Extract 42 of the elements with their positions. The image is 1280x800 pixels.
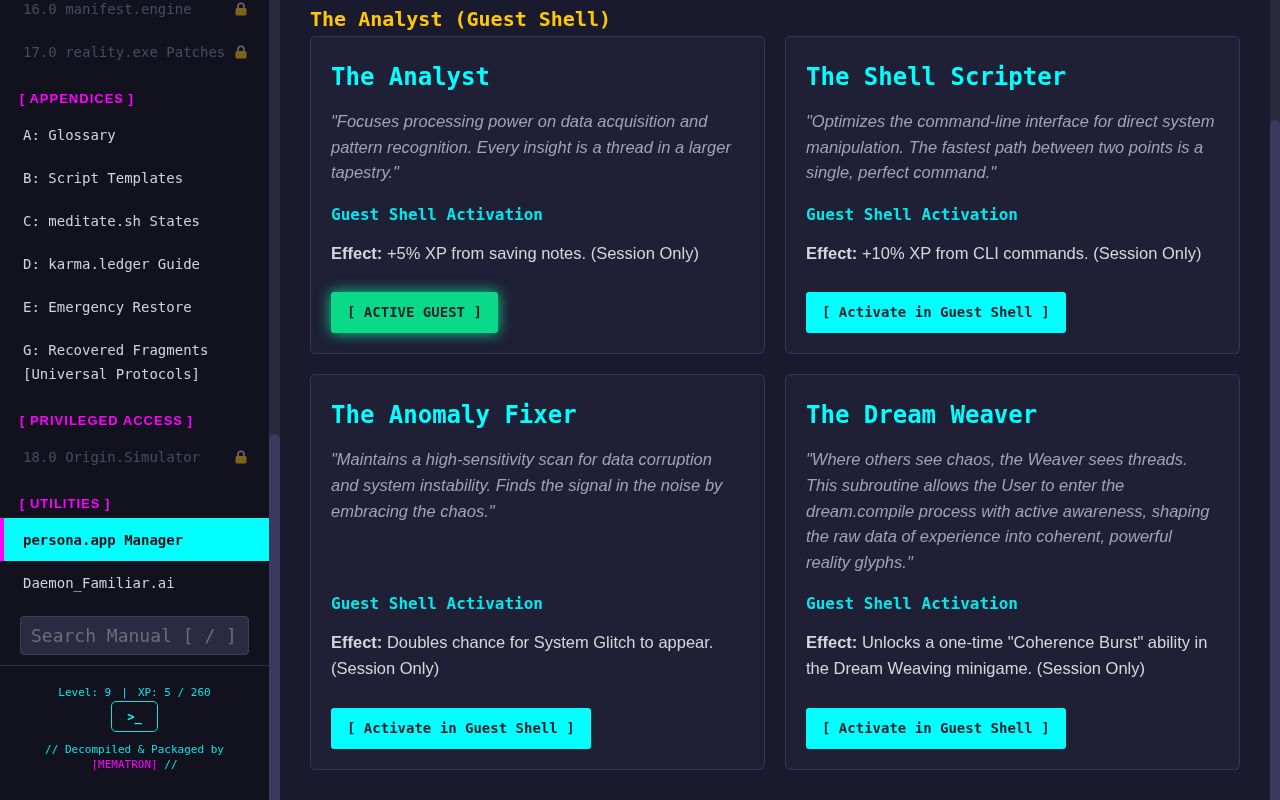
nav-item[interactable]: persona.app Manager	[0, 518, 269, 561]
active-guest-button[interactable]: [ ACTIVE GUEST ]	[331, 292, 498, 334]
card-title: The Analyst	[331, 62, 491, 93]
nav-item[interactable]: C: meditate.sh States	[0, 199, 269, 242]
section-heading: [ PRIVILEGED ACCESS ]	[19, 412, 194, 430]
card-quote: "Maintains a high-sensitivity scan for data corruption and system instability. Finds the signal in the noise by embracing the chaos."	[331, 449, 724, 522]
search-field[interactable]: Search Manual [ / ]	[20, 616, 249, 655]
card-title: The Shell Scripter	[806, 62, 1068, 93]
card-title: The Anomaly Fixer	[331, 400, 578, 432]
section-heading: [ APPENDICES ]	[19, 90, 135, 108]
credit-text: // Decompiled & Packaged by [MEMATRON] //	[44, 742, 225, 772]
separator-text: |	[121, 686, 128, 700]
page-heading: The Analyst (Guest Shell)	[310, 6, 613, 33]
nav-item[interactable]: D: karma.ledger Guide	[0, 242, 269, 285]
xp-text: XP: 5 / 260	[137, 686, 211, 700]
effect-text: Effect: +10% XP from CLI commands. (Session Only)	[806, 242, 1203, 264]
card-quote: "Where others see chaos, the Weaver sees threads. This subroutine allows the User to enter the dream.compile process with active awareness, shaping the raw data of experience into coherent, powerful reality glyphs."	[806, 449, 1211, 573]
card-quote: "Optimizes the command-line interface for direct system manipulation. The fastest path between two points is a single, perfect command."	[806, 111, 1216, 184]
activate-button[interactable]: [ Activate in Guest Shell ]	[806, 292, 1066, 334]
nav-item[interactable]: A: Glossary	[0, 113, 269, 156]
level-text: Level: 9	[58, 686, 112, 700]
activation-heading: Guest Shell Activation	[806, 593, 1019, 616]
section-heading: [ UTILITIES ]	[19, 495, 112, 513]
lock-icon	[235, 1, 247, 16]
effect-text: Effect: Unlocks a one-time "Coherence Burst" ability in the Dream Weaving minigame. (Session Only)	[806, 632, 1209, 679]
effect-text: Effect: Doubles chance for System Glitch to appear. (Session Only)	[331, 632, 715, 679]
card-title: The Dream Weaver	[806, 400, 1039, 432]
nav-item[interactable]: G: Recovered Fragments [Universal Protocols]	[0, 328, 269, 395]
activate-button[interactable]: [ Activate in Guest Shell ]	[806, 707, 1066, 749]
activation-heading: Guest Shell Activation	[331, 593, 544, 616]
effect-text: Effect: +5% XP from saving notes. (Session Only)	[331, 242, 700, 264]
activate-button[interactable]: [ Activate in Guest Shell ]	[331, 707, 591, 749]
nav-item[interactable]: Daemon_Familiar.ai	[0, 561, 269, 604]
lock-icon	[235, 44, 247, 59]
lock-icon	[235, 449, 247, 464]
nav-item[interactable]: B: Script Templates	[0, 156, 269, 199]
nav-item[interactable]: E: Emergency Restore	[0, 285, 269, 328]
activation-heading: Guest Shell Activation	[806, 203, 1019, 226]
scrollbar-thumb[interactable]	[269, 434, 280, 800]
terminal-button[interactable]: >_	[111, 701, 158, 732]
activation-heading: Guest Shell Activation	[331, 203, 544, 226]
card-quote: "Focuses processing power on data acquisition and pattern recognition. Every insight is a thread in a larger tapestry."	[331, 111, 733, 184]
